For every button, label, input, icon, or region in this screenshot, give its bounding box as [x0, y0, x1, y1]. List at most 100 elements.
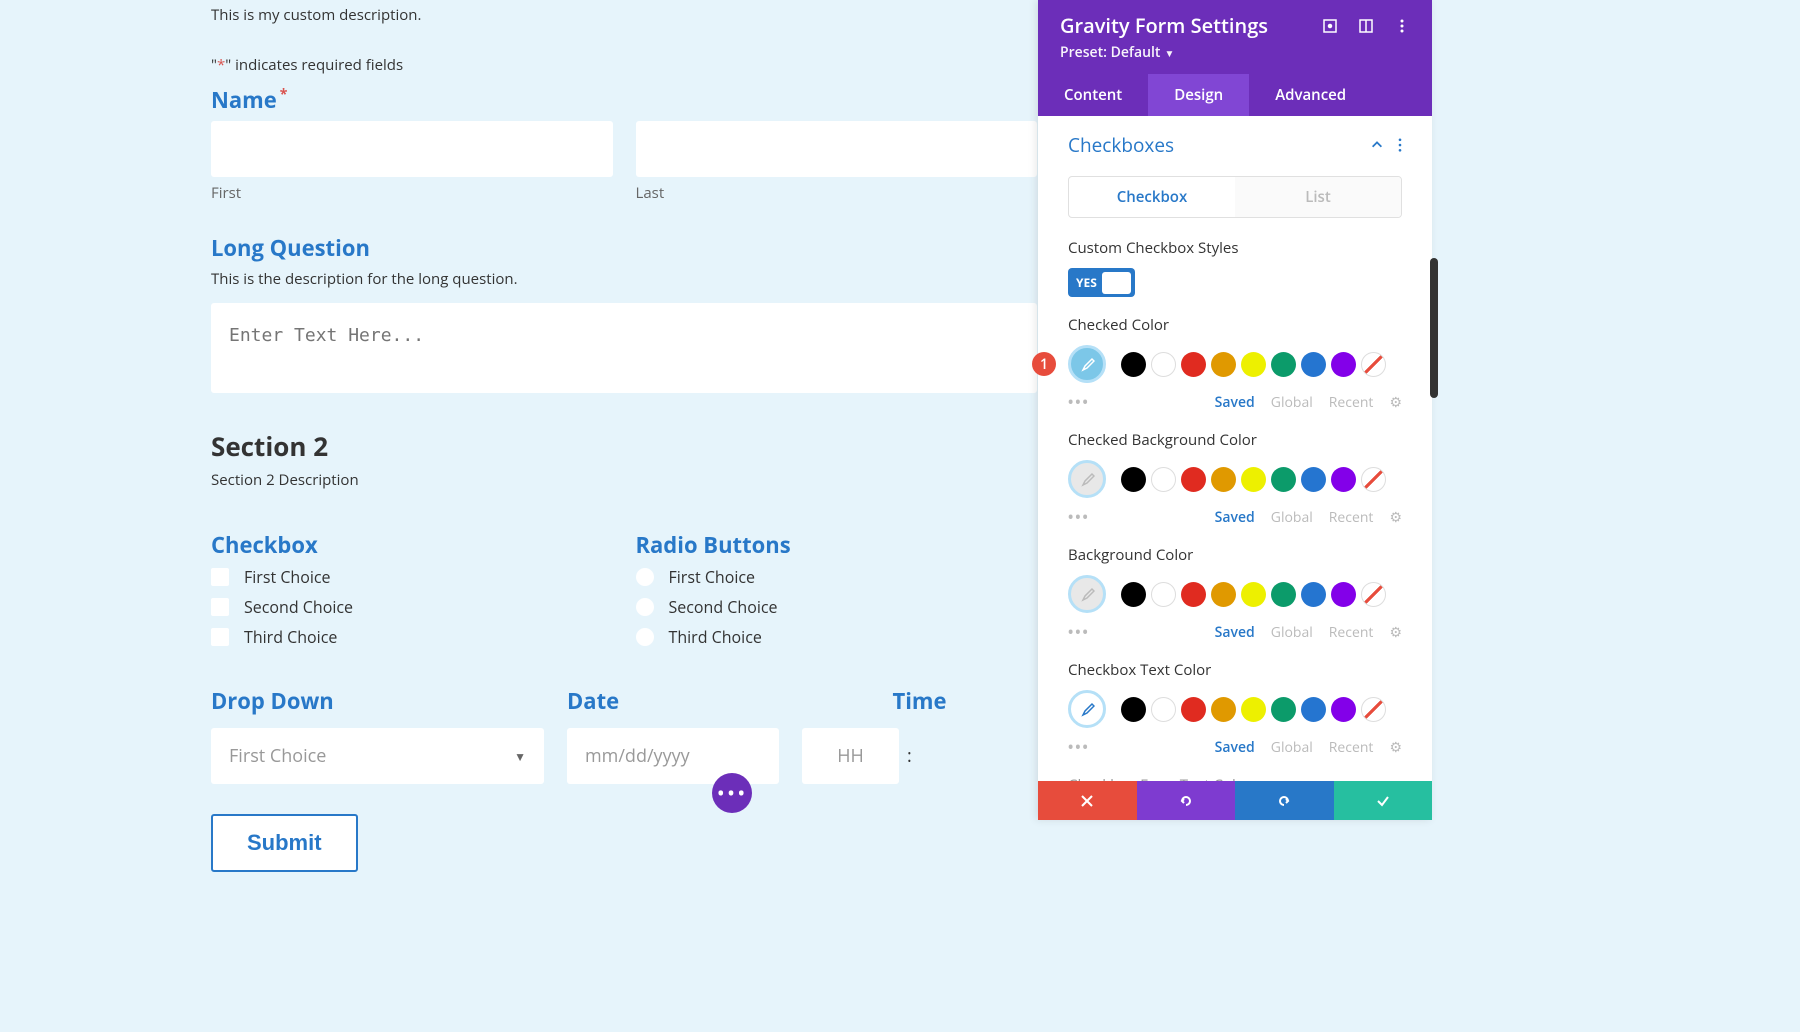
swatch-blue[interactable]	[1301, 352, 1326, 377]
save-button[interactable]	[1334, 781, 1433, 820]
swatch-black[interactable]	[1121, 467, 1146, 492]
kebab-icon[interactable]	[1398, 138, 1402, 152]
bottom-row: Drop Down First Choice ▼ Date mm/dd/yyyy…	[211, 686, 1037, 784]
dropdown-select[interactable]: First Choice ▼	[211, 728, 544, 784]
section-header[interactable]: Checkboxes	[1038, 116, 1432, 166]
pill-tab-list[interactable]: List	[1235, 177, 1401, 217]
long-question-textarea[interactable]	[211, 303, 1037, 393]
swatch-yellow[interactable]	[1241, 582, 1266, 607]
recent-colors-tab[interactable]: Recent	[1329, 623, 1374, 642]
recent-colors-tab[interactable]: Recent	[1329, 508, 1374, 527]
checked-bg-block: Checked Background Color ••• Saved Globa…	[1038, 430, 1432, 527]
chevron-up-icon[interactable]	[1370, 138, 1384, 152]
swatch-blue[interactable]	[1301, 582, 1326, 607]
swatch-orange[interactable]	[1211, 697, 1236, 722]
swatch-green[interactable]	[1271, 352, 1296, 377]
redo-button[interactable]	[1235, 781, 1334, 820]
swatch-white[interactable]	[1151, 467, 1176, 492]
recent-colors-tab[interactable]: Recent	[1329, 738, 1374, 757]
swatch-none[interactable]	[1361, 697, 1386, 722]
swatch-red[interactable]	[1181, 467, 1206, 492]
custom-styles-toggle[interactable]: YES	[1068, 268, 1135, 297]
radio-box[interactable]	[636, 568, 654, 586]
radio-item[interactable]: First Choice	[636, 566, 1038, 588]
kebab-icon[interactable]	[1394, 18, 1410, 34]
swatch-none[interactable]	[1361, 467, 1386, 492]
swatch-red[interactable]	[1181, 352, 1206, 377]
swatch-black[interactable]	[1121, 582, 1146, 607]
radio-item[interactable]: Second Choice	[636, 596, 1038, 618]
columns-icon[interactable]	[1358, 18, 1374, 34]
swatch-black[interactable]	[1121, 352, 1146, 377]
scrollbar-thumb[interactable]	[1430, 258, 1438, 398]
saved-colors-tab[interactable]: Saved	[1215, 623, 1255, 642]
last-name-input[interactable]	[636, 121, 1038, 177]
color-picker-button[interactable]	[1068, 690, 1106, 728]
checkbox-box[interactable]	[211, 568, 229, 586]
global-colors-tab[interactable]: Global	[1271, 393, 1313, 412]
submit-button[interactable]: Submit	[211, 814, 358, 872]
recent-colors-tab[interactable]: Recent	[1329, 393, 1374, 412]
global-colors-tab[interactable]: Global	[1271, 508, 1313, 527]
swatch-blue[interactable]	[1301, 697, 1326, 722]
preset-selector[interactable]: Preset: Default▼	[1060, 43, 1410, 62]
swatch-purple[interactable]	[1331, 582, 1356, 607]
tab-content[interactable]: Content	[1038, 74, 1148, 116]
more-colors-button[interactable]: •••	[1068, 738, 1090, 757]
swatch-red[interactable]	[1181, 582, 1206, 607]
swatch-yellow[interactable]	[1241, 352, 1266, 377]
swatch-yellow[interactable]	[1241, 697, 1266, 722]
swatch-purple[interactable]	[1331, 352, 1356, 377]
time-hh-input[interactable]: HH	[802, 728, 899, 784]
swatch-white[interactable]	[1151, 582, 1176, 607]
gear-icon[interactable]: ⚙	[1389, 508, 1402, 527]
global-colors-tab[interactable]: Global	[1271, 623, 1313, 642]
date-input[interactable]: mm/dd/yyyy	[567, 728, 779, 784]
more-colors-button[interactable]: •••	[1068, 508, 1090, 527]
swatch-yellow[interactable]	[1241, 467, 1266, 492]
radio-item[interactable]: Third Choice	[636, 626, 1038, 648]
swatch-purple[interactable]	[1331, 697, 1356, 722]
swatch-green[interactable]	[1271, 697, 1296, 722]
checkbox-item[interactable]: Third Choice	[211, 626, 613, 648]
swatch-orange[interactable]	[1211, 467, 1236, 492]
first-name-input[interactable]	[211, 121, 613, 177]
global-colors-tab[interactable]: Global	[1271, 738, 1313, 757]
gear-icon[interactable]: ⚙	[1389, 393, 1402, 412]
checkbox-box[interactable]	[211, 628, 229, 646]
checkbox-item[interactable]: Second Choice	[211, 596, 613, 618]
swatch-orange[interactable]	[1211, 352, 1236, 377]
swatch-none[interactable]	[1361, 352, 1386, 377]
swatch-purple[interactable]	[1331, 467, 1356, 492]
color-picker-button[interactable]	[1068, 460, 1106, 498]
swatch-blue[interactable]	[1301, 467, 1326, 492]
swatch-white[interactable]	[1151, 352, 1176, 377]
gear-icon[interactable]: ⚙	[1389, 738, 1402, 757]
more-colors-button[interactable]: •••	[1068, 393, 1090, 412]
pill-tab-checkbox[interactable]: Checkbox	[1069, 177, 1235, 217]
swatch-green[interactable]	[1271, 467, 1296, 492]
swatch-red[interactable]	[1181, 697, 1206, 722]
expand-icon[interactable]	[1322, 18, 1338, 34]
cancel-button[interactable]	[1038, 781, 1137, 820]
more-actions-fab[interactable]: •••	[712, 773, 752, 813]
tab-advanced[interactable]: Advanced	[1249, 74, 1372, 116]
undo-button[interactable]	[1137, 781, 1236, 820]
color-picker-button[interactable]	[1068, 345, 1106, 383]
swatch-orange[interactable]	[1211, 582, 1236, 607]
checkbox-box[interactable]	[211, 598, 229, 616]
swatch-green[interactable]	[1271, 582, 1296, 607]
radio-box[interactable]	[636, 628, 654, 646]
saved-colors-tab[interactable]: Saved	[1215, 508, 1255, 527]
color-picker-button[interactable]	[1068, 575, 1106, 613]
saved-colors-tab[interactable]: Saved	[1215, 738, 1255, 757]
swatch-black[interactable]	[1121, 697, 1146, 722]
swatch-none[interactable]	[1361, 582, 1386, 607]
more-colors-button[interactable]: •••	[1068, 623, 1090, 642]
tab-design[interactable]: Design	[1148, 74, 1249, 116]
gear-icon[interactable]: ⚙	[1389, 623, 1402, 642]
checkbox-item[interactable]: First Choice	[211, 566, 613, 588]
saved-colors-tab[interactable]: Saved	[1215, 393, 1255, 412]
swatch-white[interactable]	[1151, 697, 1176, 722]
radio-box[interactable]	[636, 598, 654, 616]
